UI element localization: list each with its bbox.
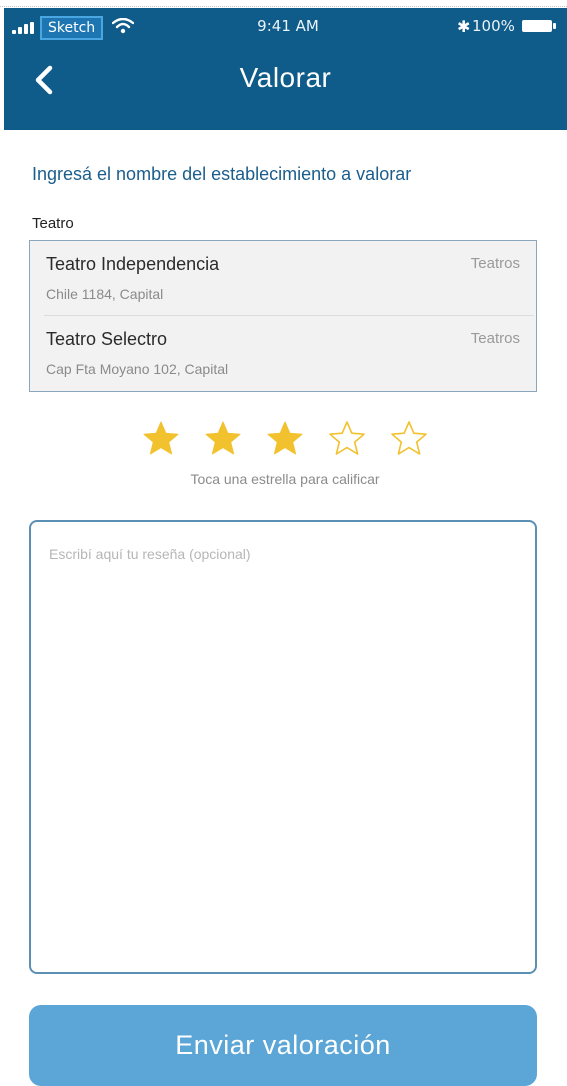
star-rating bbox=[142, 420, 432, 464]
status-time: 9:41 AM bbox=[257, 17, 319, 35]
instructions-text: Ingresá el nombre del establecimiento a … bbox=[32, 164, 412, 184]
review-input[interactable] bbox=[29, 520, 537, 974]
back-button[interactable] bbox=[26, 60, 66, 100]
result-name: Teatro Selectro bbox=[46, 329, 168, 349]
battery-percent: 100% bbox=[472, 17, 515, 35]
star-empty-icon[interactable] bbox=[328, 420, 366, 458]
result-address: Chile 1184, Capital bbox=[46, 286, 164, 302]
search-results-list: Teatro Independencia Teatros Chile 1184,… bbox=[29, 240, 537, 392]
establishment-field-label: Teatro bbox=[32, 215, 74, 232]
star-empty-icon[interactable] bbox=[390, 420, 428, 458]
result-item[interactable]: Teatro Selectro Teatros Cap Fta Moyano 1… bbox=[30, 316, 536, 391]
result-item[interactable]: Teatro Independencia Teatros Chile 1184,… bbox=[30, 241, 536, 316]
result-category: Teatros bbox=[470, 330, 520, 347]
battery-icon bbox=[522, 20, 556, 32]
star-filled-icon[interactable] bbox=[266, 420, 304, 458]
nav-bar: Sketch 9:41 AM ✱ 100% Valorar bbox=[4, 8, 567, 130]
signal-icon bbox=[12, 22, 36, 34]
result-name: Teatro Independencia bbox=[46, 254, 220, 274]
page-title: Valorar bbox=[239, 62, 332, 93]
wifi-icon bbox=[112, 18, 134, 34]
status-bar: Sketch 9:41 AM ✱ 100% bbox=[4, 8, 567, 42]
rating-hint: Toca una estrella para calificar bbox=[190, 471, 380, 487]
star-filled-icon[interactable] bbox=[204, 420, 242, 458]
star-filled-icon[interactable] bbox=[142, 420, 180, 458]
chevron-left-icon bbox=[35, 65, 53, 95]
bluetooth-icon: ✱ bbox=[457, 17, 471, 36]
result-category: Teatros bbox=[470, 255, 520, 272]
carrier-name: Sketch bbox=[40, 16, 104, 40]
result-address: Cap Fta Moyano 102, Capital bbox=[46, 361, 229, 377]
submit-rating-button[interactable]: Enviar valoración bbox=[29, 1005, 537, 1086]
